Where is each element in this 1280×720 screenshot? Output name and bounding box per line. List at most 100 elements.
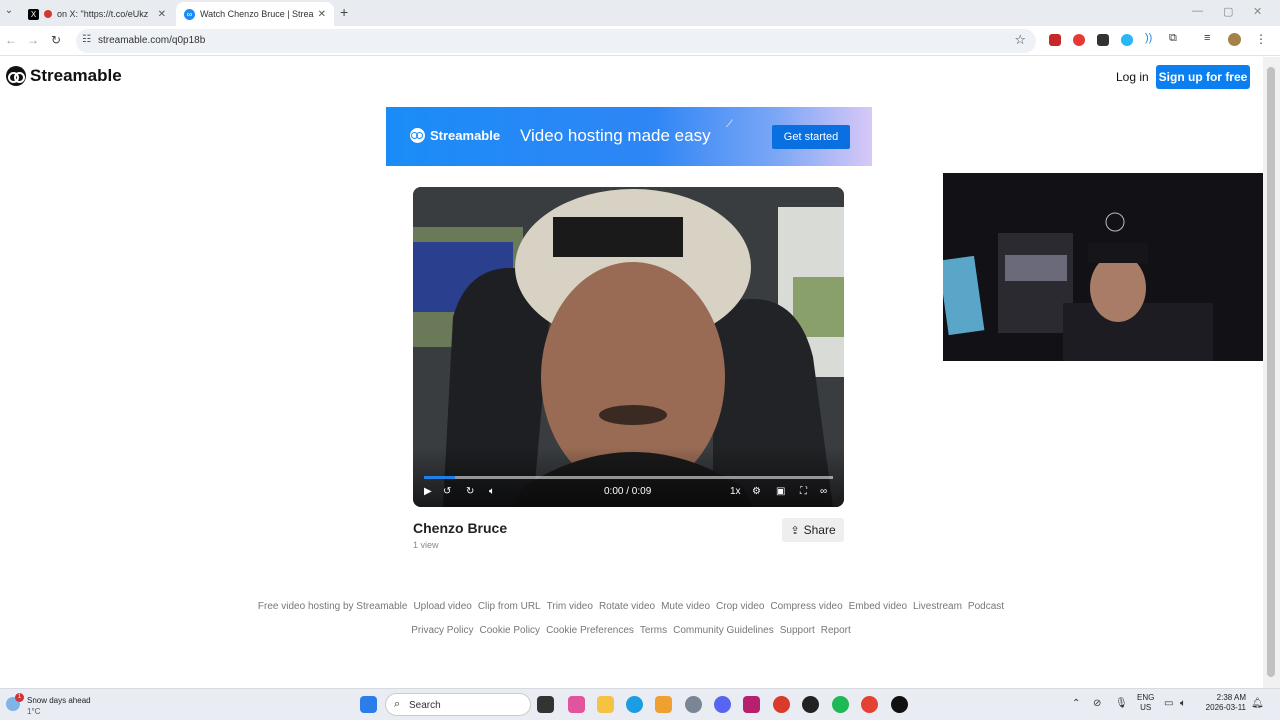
region-code: US [1140, 703, 1152, 712]
get-started-button[interactable]: Get started [772, 125, 850, 149]
footer-link[interactable]: Trim video [547, 601, 593, 612]
footer-link[interactable]: Livestream [913, 601, 962, 612]
tray-icon[interactable]: ⊘ [1093, 698, 1101, 709]
tab-streamable[interactable]: ∞ Watch Chenzo Bruce | Streamab ✕ [176, 2, 334, 26]
address-bar[interactable]: ☷ streamable.com/q0p18b ☆ [76, 29, 1036, 53]
minimize-icon[interactable]: — [1192, 5, 1203, 17]
obs-icon[interactable] [802, 696, 819, 713]
extension-icon[interactable] [1049, 34, 1061, 46]
footer-link[interactable]: Community Guidelines [673, 625, 774, 636]
system-clock[interactable]: 2:38 AM 2026-03-11 [1198, 693, 1246, 713]
footer-link[interactable]: Terms [640, 625, 667, 636]
clock-time: 2:38 AM [1216, 693, 1246, 702]
tray-chevron-up-icon[interactable]: ⌃ [1072, 698, 1080, 709]
sparkle-icon: ⟋ [726, 119, 733, 130]
promo-banner[interactable]: Streamable Video hosting made easy ⟋ Get… [386, 107, 872, 166]
nzxt-icon[interactable] [743, 696, 760, 713]
footer-link[interactable]: Clip from URL [478, 601, 541, 612]
forward-icon[interactable]: → [27, 33, 39, 47]
footer-link[interactable]: Compress video [770, 601, 842, 612]
footer-links-secondary: Privacy Policy Cookie Policy Cookie Prefer… [0, 625, 1262, 636]
copilot-icon[interactable] [568, 696, 585, 713]
webcam-overlay [943, 173, 1280, 361]
start-windows-icon[interactable] [360, 696, 377, 713]
promo-logo: Streamable [410, 128, 500, 143]
read-aloud-icon[interactable]: )) [1145, 32, 1152, 44]
close-tab-icon[interactable]: ✕ [158, 9, 166, 20]
fullscreen-icon[interactable]: ⛶ [800, 486, 807, 497]
pip-icon[interactable]: ▣ [776, 486, 785, 497]
tab-x[interactable]: X on X: "https://t.co/eUkz ✕ [20, 2, 174, 26]
settings-gear-icon[interactable] [685, 696, 702, 713]
footer-link[interactable]: Mute video [661, 601, 710, 612]
tab-title: Watch Chenzo Bruce | Streamab [200, 9, 314, 19]
progress-bar[interactable] [424, 476, 833, 479]
footer-link[interactable]: Report [821, 625, 851, 636]
edge-icon[interactable] [626, 696, 643, 713]
footer-link[interactable]: Rotate video [599, 601, 655, 612]
scrollbar-thumb[interactable] [1267, 67, 1275, 677]
microphone-icon[interactable]: 🎙︎ [1115, 698, 1128, 709]
profile-avatar[interactable] [1228, 33, 1241, 46]
signup-button[interactable]: Sign up for free [1156, 65, 1250, 89]
streamable-watermark-icon[interactable]: ∞ [820, 486, 827, 497]
media-control-icon[interactable]: ≡ [1204, 32, 1210, 44]
close-tab-icon[interactable]: ✕ [318, 9, 326, 20]
footer-link[interactable]: Embed video [849, 601, 907, 612]
footer-link[interactable]: Podcast [968, 601, 1004, 612]
page-scrollbar[interactable] [1263, 57, 1280, 688]
footer-link[interactable]: Support [780, 625, 815, 636]
extension-icon[interactable] [1073, 34, 1085, 46]
app-icon[interactable] [655, 696, 672, 713]
site-info-icon[interactable]: ☷ [82, 34, 91, 45]
maximize-icon[interactable]: ▢ [1223, 5, 1233, 18]
notification-bell-icon[interactable]: 🔔︎ [1251, 698, 1264, 709]
app-icon[interactable] [773, 696, 790, 713]
chrome-icon[interactable] [861, 696, 878, 713]
new-tab-button[interactable]: + [340, 4, 348, 20]
rewind-icon[interactable]: ↺ [443, 486, 451, 497]
login-link[interactable]: Log in [1116, 70, 1149, 84]
streamable-logo-icon [6, 66, 26, 86]
discord-icon[interactable] [714, 696, 731, 713]
footer-link[interactable]: Cookie Policy [479, 625, 540, 636]
footer-link[interactable]: Cookie Preferences [546, 625, 634, 636]
extension-icon[interactable] [1097, 34, 1109, 46]
spotify-icon[interactable] [832, 696, 849, 713]
speaker-icon[interactable]: 🔈︎ [1180, 698, 1186, 709]
play-icon[interactable]: ▶ [424, 486, 432, 497]
extensions-puzzle-icon[interactable]: ⧉ [1169, 32, 1177, 45]
taskbar-search[interactable]: ⌕ Search [385, 693, 531, 716]
speed-button[interactable]: 1x [730, 486, 741, 497]
footer-link[interactable]: Free video hosting by Streamable [258, 601, 408, 612]
share-button[interactable]: ⇪ Share [782, 518, 844, 542]
record-icon [44, 10, 52, 18]
clock-date: 2026-03-11 [1205, 703, 1246, 712]
tiktok-icon[interactable] [891, 696, 908, 713]
settings-gear-icon[interactable]: ⚙ [752, 486, 761, 497]
footer-link[interactable]: Crop video [716, 601, 764, 612]
reload-icon[interactable]: ↻ [51, 33, 61, 47]
volume-icon[interactable]: 🔈︎ [489, 486, 495, 497]
notification-badge: 1 [15, 693, 24, 702]
language-code: ENG [1137, 693, 1155, 702]
video-frame [413, 187, 844, 507]
footer-link[interactable]: Upload video [413, 601, 471, 612]
file-explorer-icon[interactable] [597, 696, 614, 713]
language-indicator[interactable]: ENG US [1137, 693, 1154, 713]
url-text: streamable.com/q0p18b [98, 35, 206, 46]
network-icon[interactable]: ▭ [1164, 698, 1173, 709]
weather-title: Snow days ahead [27, 696, 91, 705]
back-icon[interactable]: ← [5, 33, 17, 47]
extension-icon[interactable] [1121, 34, 1133, 46]
bookmark-star-icon[interactable]: ☆ [1014, 32, 1026, 48]
promo-headline: Video hosting made easy [520, 126, 711, 145]
streamable-logo[interactable]: Streamable [6, 66, 122, 86]
forward-icon[interactable]: ↻ [466, 486, 474, 497]
task-view-icon[interactable] [537, 696, 554, 713]
footer-link[interactable]: Privacy Policy [411, 625, 473, 636]
window-close-icon[interactable]: ✕ [1253, 5, 1262, 18]
video-player[interactable]: ▶ ↺ ↻ 🔈︎ 0:00 / 0:09 1x ⚙ ▣ ⛶ ∞ [413, 187, 844, 507]
tab-search-icon[interactable]: ⌄ [2, 5, 16, 19]
menu-icon[interactable]: ⋮ [1255, 32, 1267, 46]
